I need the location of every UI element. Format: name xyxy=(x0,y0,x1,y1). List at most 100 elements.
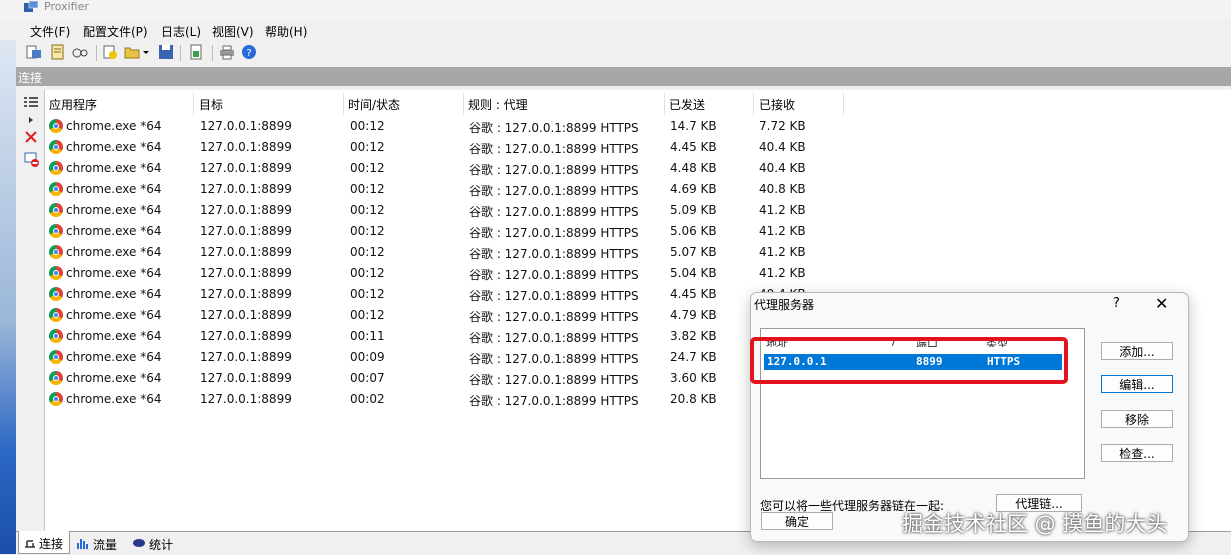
cell-time-status: 00:12 xyxy=(350,266,385,280)
cell-target: 127.0.0.1:8899 xyxy=(200,371,292,385)
menu-file[interactable]: 文件(F) xyxy=(30,23,70,40)
menu-profile[interactable]: 配置文件(P) xyxy=(83,23,148,40)
cell-application: chrome.exe *64 xyxy=(66,287,162,301)
chrome-icon xyxy=(49,350,63,364)
cell-rule-proxy: 谷歌 : 127.0.0.1:8899 HTTPS xyxy=(469,163,639,177)
column-divider[interactable] xyxy=(343,93,344,115)
chrome-icon xyxy=(49,392,63,406)
edit-button[interactable]: 编辑... xyxy=(1101,375,1173,393)
cell-application: chrome.exe *64 xyxy=(66,392,162,406)
proxification-rules-icon[interactable] xyxy=(102,44,118,60)
highlight-annotation-box xyxy=(750,337,1068,384)
table-row[interactable]: chrome.exe *64 127.0.0.1:8899 00:12 谷歌 : 12… xyxy=(46,221,846,242)
cell-received: 40.4 KB xyxy=(759,140,806,154)
table-row[interactable]: chrome.exe *64 127.0.0.1:8899 00:12 谷歌 : 12… xyxy=(46,137,846,158)
cell-time-status: 00:12 xyxy=(350,140,385,154)
remove-button[interactable]: 移除 xyxy=(1101,410,1173,428)
proxy-servers-icon[interactable] xyxy=(72,44,88,60)
cell-target: 127.0.0.1:8899 xyxy=(200,350,292,364)
cell-sent: 5.04 KB xyxy=(670,266,717,280)
check-button[interactable]: 检查... xyxy=(1101,444,1173,462)
table-row[interactable]: chrome.exe *64 127.0.0.1:8899 00:02 谷歌 : 12… xyxy=(46,389,846,410)
ok-button[interactable]: 确定 xyxy=(761,512,833,530)
table-row[interactable]: chrome.exe *64 127.0.0.1:8899 00:12 谷歌 : 12… xyxy=(46,263,846,284)
watermark: 掘金技术社区 @ 摸鱼的大头 xyxy=(902,512,1168,536)
column-header-rule-proxy[interactable]: 规则 : 代理 xyxy=(468,96,528,118)
column-divider[interactable] xyxy=(843,93,844,115)
cell-target: 127.0.0.1:8899 xyxy=(200,182,292,196)
window-title: Proxifier xyxy=(44,0,89,13)
column-divider[interactable] xyxy=(664,93,665,115)
menu-help[interactable]: 帮助(H) xyxy=(265,23,307,40)
column-header-target[interactable]: 目标 xyxy=(199,96,223,118)
chrome-icon xyxy=(49,119,63,133)
table-row[interactable]: chrome.exe *64 127.0.0.1:8899 00:12 谷歌 : 12… xyxy=(46,200,846,221)
cell-target: 127.0.0.1:8899 xyxy=(200,161,292,175)
tab-statistics-label: 统计 xyxy=(149,538,174,552)
help-icon[interactable]: ? xyxy=(241,44,257,60)
cell-target: 127.0.0.1:8899 xyxy=(200,287,292,301)
column-header-received[interactable]: 已接收 xyxy=(759,96,795,118)
table-row[interactable]: chrome.exe *64 127.0.0.1:8899 00:12 谷歌 : 12… xyxy=(46,305,846,326)
cell-rule-proxy: 谷歌 : 127.0.0.1:8899 HTTPS xyxy=(469,310,639,324)
cell-time-status: 00:12 xyxy=(350,119,385,133)
toolbar-separator xyxy=(180,45,181,61)
column-divider[interactable] xyxy=(463,93,464,115)
cell-rule-proxy: 谷歌 : 127.0.0.1:8899 HTTPS xyxy=(469,289,639,303)
tab-traffic-label: 流量 xyxy=(93,538,118,552)
table-row[interactable]: chrome.exe *64 127.0.0.1:8899 00:12 谷歌 : 12… xyxy=(46,179,846,200)
cell-rule-proxy: 谷歌 : 127.0.0.1:8899 HTTPS xyxy=(469,142,639,156)
chrome-icon xyxy=(49,287,63,301)
menu-bar: 文件(F) 配置文件(P) 日志(L) 视图(V) 帮助(H) xyxy=(0,20,1231,40)
menu-log[interactable]: 日志(L) xyxy=(161,23,201,40)
cell-rule-proxy: 谷歌 : 127.0.0.1:8899 HTTPS xyxy=(469,247,639,261)
cell-received: 7.72 KB xyxy=(759,119,806,133)
dialog-help-button[interactable]: ? xyxy=(1113,296,1120,311)
cell-rule-proxy: 谷歌 : 127.0.0.1:8899 HTTPS xyxy=(469,394,639,408)
dialog-close-button[interactable]: ✕ xyxy=(1155,294,1168,313)
tab-connections[interactable]: 连接 xyxy=(18,531,70,554)
cell-sent: 5.07 KB xyxy=(670,245,717,259)
column-divider[interactable] xyxy=(193,93,194,115)
tab-statistics[interactable]: 统计 xyxy=(130,535,180,553)
cell-rule-proxy: 谷歌 : 127.0.0.1:8899 HTTPS xyxy=(469,205,639,219)
save-profile-icon[interactable] xyxy=(158,44,174,60)
cell-rule-proxy: 谷歌 : 127.0.0.1:8899 HTTPS xyxy=(469,184,639,198)
edit-profile-icon[interactable] xyxy=(50,44,66,60)
cell-time-status: 00:12 xyxy=(350,287,385,301)
list-view-icon[interactable] xyxy=(24,96,38,108)
table-row[interactable]: chrome.exe *64 127.0.0.1:8899 00:12 谷歌 : 12… xyxy=(46,158,846,179)
open-profile-icon[interactable] xyxy=(124,44,140,60)
table-row[interactable]: chrome.exe *64 127.0.0.1:8899 00:12 谷歌 : 12… xyxy=(46,284,846,305)
new-profile-icon[interactable] xyxy=(26,44,42,60)
table-row[interactable]: chrome.exe *64 127.0.0.1:8899 00:09 谷歌 : 12… xyxy=(46,347,846,368)
chrome-icon xyxy=(49,140,63,154)
table-row[interactable]: chrome.exe *64 127.0.0.1:8899 00:12 谷歌 : 12… xyxy=(46,116,846,137)
cell-rule-proxy: 谷歌 : 127.0.0.1:8899 HTTPS xyxy=(469,373,639,387)
column-header-time-status[interactable]: 时间/状态 xyxy=(348,96,400,118)
cell-application: chrome.exe *64 xyxy=(66,329,162,343)
import-icon[interactable] xyxy=(188,44,204,60)
column-header-application[interactable]: 应用程序 xyxy=(49,96,97,118)
desktop-background-strip xyxy=(0,40,16,554)
add-button[interactable]: 添加... xyxy=(1101,342,1173,360)
table-row[interactable]: chrome.exe *64 127.0.0.1:8899 00:11 谷歌 : 12… xyxy=(46,326,846,347)
column-divider[interactable] xyxy=(753,93,754,115)
cell-target: 127.0.0.1:8899 xyxy=(200,203,292,217)
menu-view[interactable]: 视图(V) xyxy=(212,23,254,40)
table-row[interactable]: chrome.exe *64 127.0.0.1:8899 00:07 谷歌 : 12… xyxy=(46,368,846,389)
chrome-icon xyxy=(49,329,63,343)
table-row[interactable]: chrome.exe *64 127.0.0.1:8899 00:12 谷歌 : 12… xyxy=(46,242,846,263)
close-connection-icon[interactable] xyxy=(24,130,38,144)
cell-target: 127.0.0.1:8899 xyxy=(200,224,292,238)
cell-received: 40.8 KB xyxy=(759,182,806,196)
chrome-icon xyxy=(49,371,63,385)
disconnect-all-icon[interactable] xyxy=(24,152,40,168)
dropdown-arrow-icon[interactable] xyxy=(142,44,150,60)
toolbar: ? xyxy=(16,42,1231,64)
cell-application: chrome.exe *64 xyxy=(66,266,162,280)
cell-application: chrome.exe *64 xyxy=(66,308,162,322)
column-header-sent[interactable]: 已发送 xyxy=(669,96,705,118)
print-icon[interactable] xyxy=(219,44,235,60)
tab-traffic[interactable]: 流量 xyxy=(74,535,126,553)
